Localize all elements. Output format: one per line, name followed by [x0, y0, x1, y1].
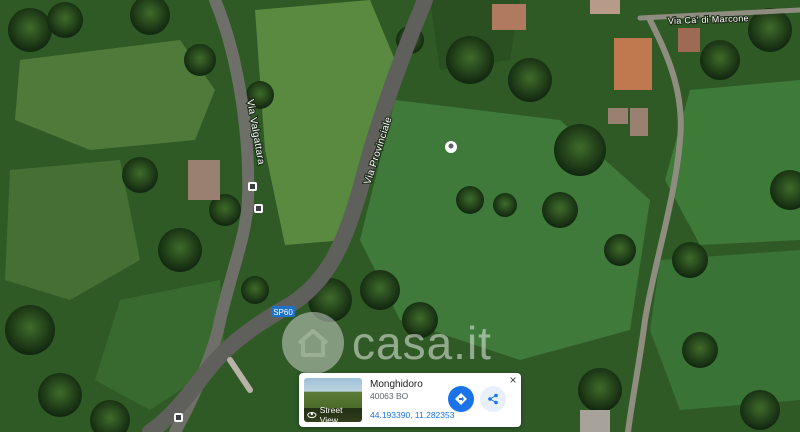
bus-stop-icon[interactable] [254, 204, 263, 213]
street-view-bar[interactable]: Street View [304, 405, 362, 422]
bus-stop-icon[interactable] [248, 182, 257, 191]
house-logo-icon [282, 312, 344, 374]
share-button[interactable] [480, 386, 506, 412]
brand-name: casa.it [352, 317, 492, 369]
directions-icon [455, 393, 467, 405]
street-view-label: Street View [319, 405, 343, 422]
place-info-card[interactable]: Street View Monghidoro 40063 BO 44.19339… [299, 373, 521, 427]
place-coordinates-link[interactable]: 44.193390, 11.282353 [370, 410, 454, 420]
place-postal-code: 40063 BO [370, 391, 409, 401]
directions-button[interactable] [448, 386, 474, 412]
close-icon[interactable]: × [507, 374, 519, 386]
place-title: Monghidoro [370, 379, 423, 390]
street-view-icon [307, 411, 317, 419]
poi-marker-icon[interactable] [445, 141, 457, 153]
bus-stop-icon[interactable] [174, 413, 183, 422]
street-view-thumbnail[interactable]: Street View [304, 378, 362, 422]
share-icon [488, 393, 498, 405]
casa-it-watermark: casa.it [282, 312, 492, 374]
